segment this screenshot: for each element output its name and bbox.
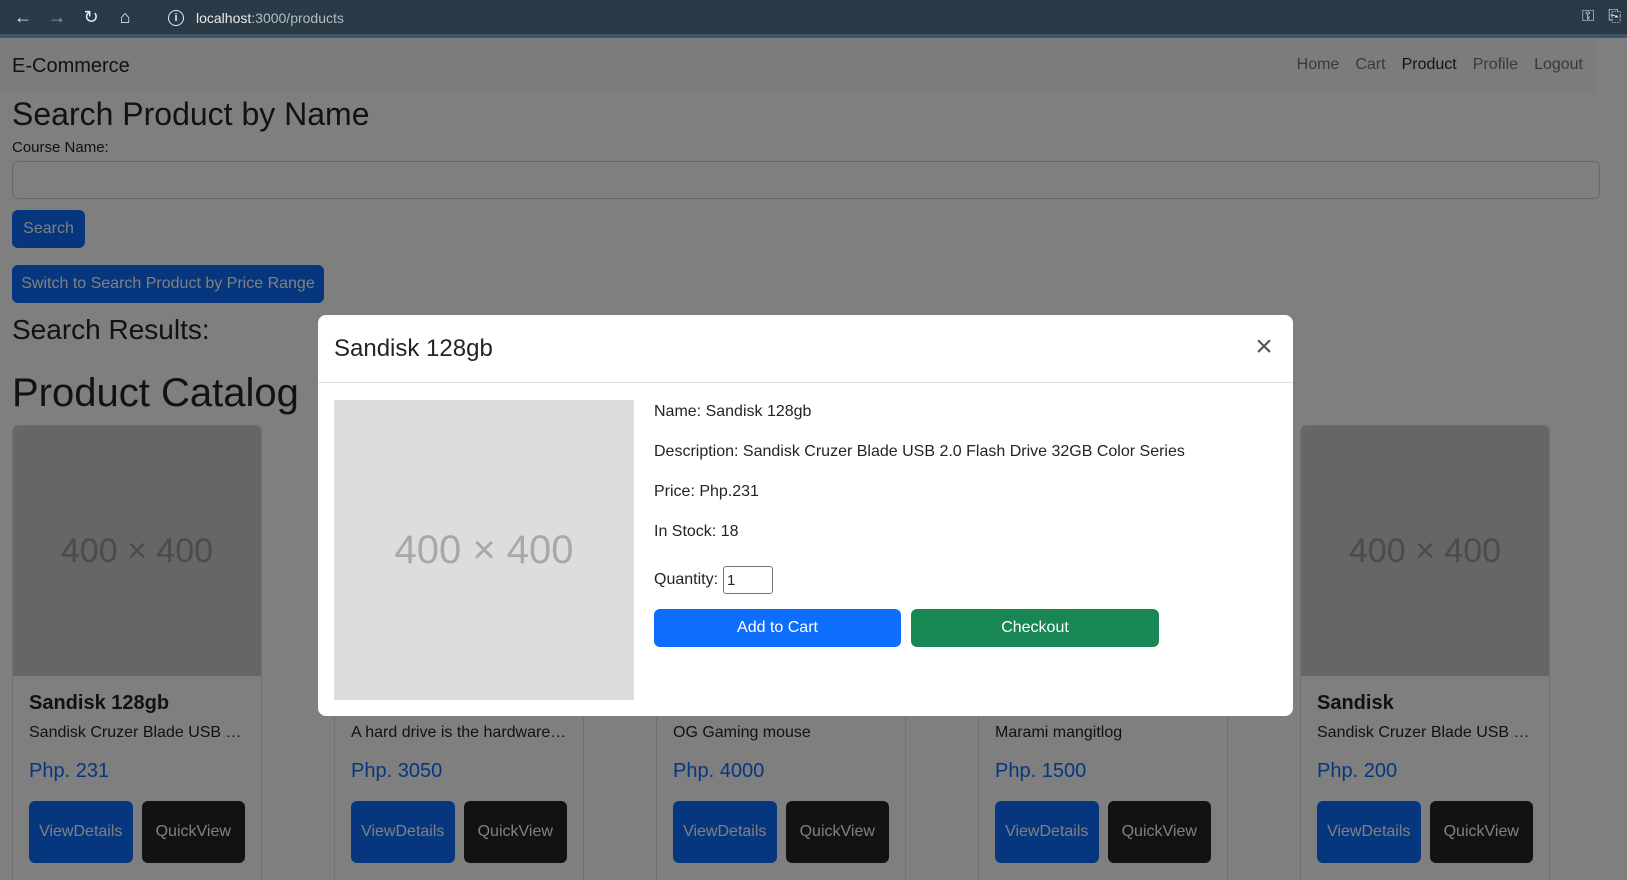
quantity-input[interactable]: 1 bbox=[723, 566, 774, 594]
modal-product-info: Name: Sandisk 128gb Description: Sandisk… bbox=[654, 403, 1185, 647]
product-name-line: Name: Sandisk 128gb bbox=[654, 403, 812, 420]
quick-view-modal: Sandisk 128gb × 400 × 400 Name: Sandisk … bbox=[318, 315, 1293, 716]
reload-icon[interactable]: ↻ bbox=[80, 6, 102, 28]
product-description-line: Description: Sandisk Cruzer Blade USB 2.… bbox=[654, 443, 1185, 460]
checkout-button[interactable]: Checkout bbox=[911, 609, 1159, 647]
modal-header: Sandisk 128gb × bbox=[318, 315, 1293, 383]
add-to-cart-button[interactable]: Add to Cart bbox=[654, 609, 901, 647]
product-stock-line: In Stock: 18 bbox=[654, 523, 739, 540]
forward-icon[interactable]: → bbox=[46, 6, 68, 28]
url-path: :3000/products bbox=[251, 10, 344, 26]
quantity-label: Quantity: bbox=[654, 571, 719, 588]
install-app-icon[interactable]: ⎘ bbox=[1608, 8, 1621, 26]
modal-title: Sandisk 128gb bbox=[334, 334, 493, 362]
site-info-icon[interactable]: i bbox=[168, 10, 184, 26]
home-icon[interactable]: ⌂ bbox=[114, 6, 136, 28]
browser-toolbar: ← → ↻ ⌂ i localhost:3000/products ⚿ ⎘ bbox=[0, 0, 1627, 38]
back-icon[interactable]: ← bbox=[12, 6, 34, 28]
url-text: localhost:3000/products bbox=[196, 10, 344, 26]
modal-product-image: 400 × 400 bbox=[334, 400, 634, 700]
product-price-line: Price: Php.231 bbox=[654, 483, 759, 500]
close-icon[interactable]: × bbox=[1251, 332, 1277, 362]
address-bar[interactable]: i localhost:3000/products bbox=[158, 5, 1558, 31]
password-key-icon[interactable]: ⚿ bbox=[1582, 8, 1594, 26]
url-host: localhost bbox=[196, 10, 252, 26]
